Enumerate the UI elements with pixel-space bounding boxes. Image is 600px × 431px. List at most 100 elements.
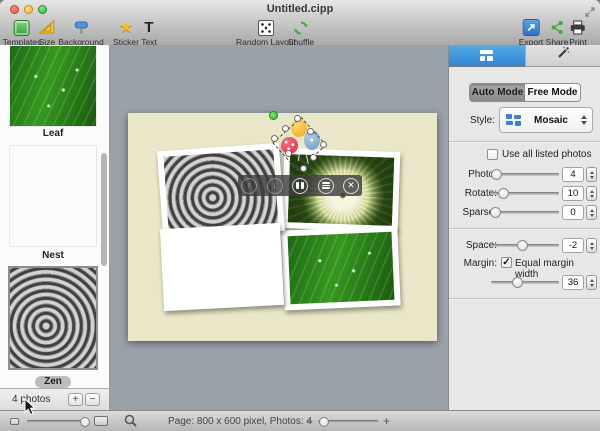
photo-stepper[interactable] — [586, 167, 597, 182]
sparse-stepper[interactable] — [586, 205, 597, 220]
collage-photo-leaf[interactable] — [281, 226, 400, 311]
templates-button[interactable]: Templates — [3, 19, 42, 47]
magnifier-icon[interactable] — [124, 414, 138, 431]
use-all-photos-checkbox[interactable] — [487, 149, 498, 160]
sticker-button[interactable]: ★ Sticker — [113, 19, 139, 47]
export-button[interactable]: Export — [519, 19, 544, 47]
zoom-in-button[interactable]: + — [383, 414, 390, 428]
thumbnail-size-slider[interactable] — [27, 420, 87, 423]
small-thumbnail-icon — [10, 418, 19, 425]
list-icon — [322, 181, 330, 190]
window-title: Untitled.cipp — [0, 3, 600, 15]
title-bar: Untitled.cipp — [0, 0, 600, 18]
mosaic-icon — [506, 114, 521, 126]
pages-icon — [296, 182, 304, 189]
photo-thumbnail-nest[interactable] — [10, 146, 96, 246]
rotate-slider-thumb[interactable] — [498, 188, 509, 199]
share-icon — [546, 19, 569, 36]
space-slider-label: Space: — [449, 240, 497, 251]
selection-handle[interactable] — [294, 115, 301, 122]
photo-properties-button[interactable] — [318, 178, 334, 194]
move-down-button[interactable]: ↓ — [267, 178, 283, 194]
background-icon — [58, 19, 103, 36]
panel-divider — [449, 228, 600, 229]
shuffle-icon — [288, 19, 314, 36]
selection-handle[interactable] — [271, 135, 278, 142]
remove-photo-button[interactable]: − — [85, 393, 100, 406]
shuffle-button[interactable]: Shuffle — [288, 19, 314, 47]
photo-slider-thumb[interactable] — [491, 169, 502, 180]
space-slider-thumb[interactable] — [517, 240, 528, 251]
selection-handle[interactable] — [320, 141, 327, 148]
rotate-value: 10 — [562, 186, 584, 201]
mode-segmented-control: Auto Mode Free Mode — [469, 83, 581, 102]
templates-icon — [14, 20, 30, 36]
selection-handle[interactable] — [300, 165, 307, 172]
equal-margin-checkbox[interactable]: ✓ — [501, 257, 512, 268]
sidebar-scrollbar[interactable] — [101, 153, 107, 266]
print-icon — [569, 19, 586, 36]
remove-from-collage-button[interactable]: ✕ — [343, 178, 359, 194]
background-button[interactable]: Background — [58, 19, 103, 47]
dice-icon — [258, 20, 274, 36]
thumbnail-size-thumb[interactable] — [80, 417, 90, 427]
margin-slider-thumb[interactable] — [512, 277, 523, 288]
canvas-zoom-thumb[interactable] — [319, 417, 329, 427]
style-label: Style: — [457, 115, 495, 126]
rotate-slider-label: Rotate: — [449, 188, 497, 199]
selection-handle[interactable] — [310, 154, 317, 161]
export-icon — [522, 19, 539, 36]
margin-value: 36 — [562, 275, 584, 290]
large-thumbnail-icon — [94, 416, 108, 426]
auto-mode-segment[interactable]: Auto Mode — [470, 84, 525, 101]
use-all-photos-label: Use all listed photos — [502, 149, 592, 160]
photo-overlay-toolbar: ↑ ↓ ✕ — [238, 175, 362, 196]
sparse-value: 0 — [562, 205, 584, 220]
rotate-stepper[interactable] — [586, 186, 597, 201]
sparse-slider-track[interactable] — [491, 211, 559, 214]
status-bar: Page: 800 x 600 pixel, Photos: 4 − + — [0, 410, 600, 431]
selection-handle[interactable] — [285, 150, 292, 157]
margin-stepper[interactable] — [586, 275, 597, 290]
style-value: Mosaic — [521, 115, 581, 126]
page-info-text: Page: 800 x 600 pixel, Photos: 4 — [150, 416, 330, 427]
app-window: Untitled.cipp Templates Size Background … — [0, 0, 600, 431]
dropdown-arrows-icon — [581, 115, 587, 125]
selection-handle[interactable] — [282, 125, 289, 132]
rotate-handle[interactable] — [269, 111, 278, 120]
photo-thumbnail-leaf[interactable] — [10, 46, 96, 126]
photo-label-leaf: Leaf — [0, 128, 106, 139]
sidebar-footer: 4 photos + − — [0, 388, 110, 410]
swap-photo-button[interactable] — [292, 178, 308, 194]
style-dropdown[interactable]: Mosaic — [499, 107, 593, 133]
move-up-button[interactable]: ↑ — [241, 178, 257, 194]
magic-wand-icon — [556, 46, 570, 65]
print-button[interactable]: Print — [569, 19, 586, 47]
text-icon: T — [144, 20, 153, 35]
photo-thumbnail-zen-selected[interactable] — [10, 268, 96, 368]
collage-photo-nest[interactable] — [160, 223, 284, 311]
photo-label-zen: Zen — [0, 371, 106, 389]
layout-icon — [480, 50, 495, 61]
size-button[interactable]: Size — [39, 19, 56, 47]
space-value: -2 — [562, 238, 584, 253]
photo-label-nest: Nest — [0, 250, 106, 261]
panel-divider — [449, 141, 600, 142]
space-stepper[interactable] — [586, 238, 597, 253]
margin-label: Margin: — [449, 258, 497, 269]
free-mode-segment[interactable]: Free Mode — [525, 84, 580, 101]
photo-slider-label: Photo: — [449, 169, 497, 180]
tab-layout[interactable] — [449, 45, 525, 67]
text-button[interactable]: T Text — [141, 19, 157, 47]
share-button[interactable]: Share — [546, 19, 569, 47]
selection-handle[interactable] — [307, 128, 314, 135]
sparse-slider-thumb[interactable] — [490, 207, 501, 218]
margin-slider-track[interactable] — [491, 281, 559, 284]
panel-divider — [449, 298, 600, 299]
settings-panel: Auto Mode Free Mode Style: Mosaic Use al… — [448, 45, 600, 410]
main-toolbar: Templates Size Background ★ Sticker T Te… — [0, 18, 600, 46]
star-icon: ★ — [119, 20, 133, 36]
zoom-out-button[interactable]: − — [306, 414, 313, 428]
add-photo-button[interactable]: + — [68, 393, 83, 406]
tab-effects[interactable] — [525, 45, 600, 67]
